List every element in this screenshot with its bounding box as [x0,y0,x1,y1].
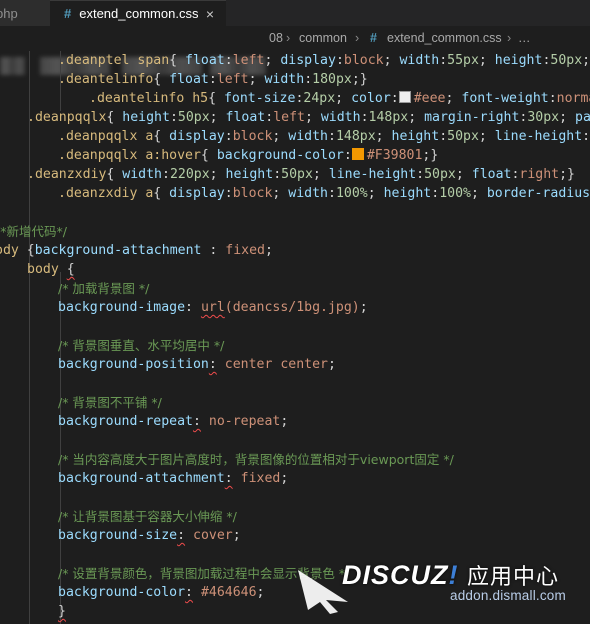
code-line: /* 设置背景颜色，背景图加载过程中会显示背景色 */ [58,566,350,581]
code-line: background-attachment: fixed; [58,471,289,486]
color-swatch[interactable] [351,148,364,160]
css-file-icon: # [370,31,377,45]
code-line: /* 让背景图基于容器大小伸缩 */ [58,509,237,524]
tab-extend-common-css[interactable]: # extend_common.css × [50,0,226,26]
code-line: ody {background-attachment : fixed; [0,243,273,258]
code-line: } [58,604,66,619]
code-line: /*新增代码*/ [0,224,67,239]
code-line: .deanpqqlx{ height:50px; float:left; wid… [27,110,590,125]
code-line: .deanzxdiy a{ display:block; width:100%;… [58,186,590,201]
breadcrumb-more[interactable]: … [518,31,531,45]
breadcrumb-separator: › [286,31,291,45]
code-line: body { [27,262,75,277]
code-line: /* 背景图不平铺 */ [58,395,162,410]
css-file-icon: # [64,6,72,21]
code-line: .deanpqqlx a{ display:block; width:148px… [58,129,590,144]
code-line: .deanzxdiy{ width:220px; height:50px; li… [27,167,575,182]
code-line: background-repeat: no-repeat; [58,414,289,429]
code-line: /* 背景图垂直、水平均居中 */ [58,338,225,353]
code-line: /* 当内容高度大于图片高度时，背景图像的位置相对于viewport固定 */ [58,452,454,467]
tab-label: php [0,5,18,21]
breadcrumb-item[interactable]: common [299,31,347,45]
code-line: .deanpqqlx a:hover{ background-color: #F3… [58,148,439,163]
breadcrumb-item[interactable]: 08 [269,31,283,45]
breadcrumb-separator: › [355,31,360,45]
tab-bar: php # extend_common.css × [0,0,590,27]
code-line: .deanptel span{ float:left; display:bloc… [58,53,590,68]
tab-php[interactable]: php [0,0,50,26]
code-line: /* 加载背景图 */ [58,281,150,296]
breadcrumb: 08 › common › # extend_common.css › … [0,27,590,75]
code-line: .deantelinfo{ float:left; width:180px;} [58,72,368,87]
code-line: background-image: url(deancss/1bg.jpg); [58,300,368,315]
code-line: background-size: cover; [58,528,241,543]
breadcrumb-file[interactable]: extend_common.css [387,31,502,45]
code-editor[interactable]: .deanptel span{ float:left; display:bloc… [0,51,590,624]
code-line: background-position: center center; [58,357,336,372]
indent-guide [29,51,30,624]
tab-label: extend_common.css [79,6,199,21]
code-line: background-color: #464646; [58,585,265,600]
color-swatch[interactable] [398,91,411,103]
code-line: .deantelinfo h5{ font-size:24px; color: #… [89,91,590,106]
close-icon[interactable]: × [206,6,214,22]
breadcrumb-separator: › [507,31,512,45]
